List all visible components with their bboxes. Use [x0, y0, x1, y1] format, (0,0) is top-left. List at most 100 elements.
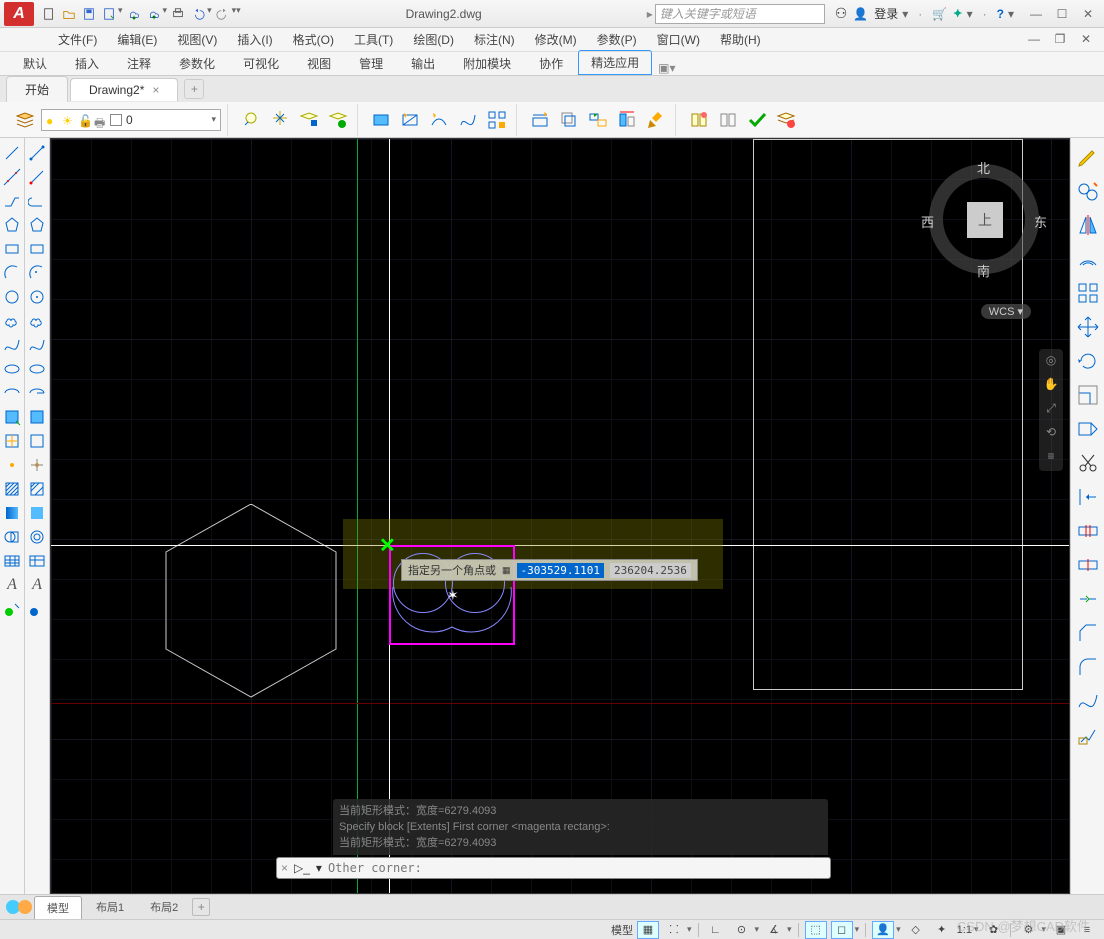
ribbon-tab-annotate[interactable]: 注释 [114, 51, 164, 75]
redo-icon[interactable] [214, 5, 232, 23]
cloud-save-icon[interactable] [145, 5, 163, 23]
ribbon-expand-icon[interactable]: ▣▾ [658, 61, 675, 75]
doc-close-icon[interactable]: ✕ [1074, 30, 1098, 48]
insert-block-icon[interactable] [1, 406, 23, 428]
dropdown-icon[interactable]: ▾ [163, 5, 168, 23]
minimize-icon[interactable]: — [1024, 5, 1048, 23]
exchange-icon[interactable]: ⯌ [953, 6, 962, 21]
circle-icon[interactable] [1, 286, 23, 308]
ray-icon[interactable] [26, 166, 48, 188]
align-icon[interactable] [614, 107, 640, 133]
isodraft-icon[interactable]: ∡ [763, 921, 785, 939]
arc-icon[interactable] [1, 262, 23, 284]
broom-icon[interactable] [643, 107, 669, 133]
menu-view[interactable]: 视图(V) [169, 31, 225, 48]
maximize-icon[interactable]: ☐ [1050, 5, 1074, 23]
plot-icon[interactable] [169, 5, 187, 23]
ribbon-tab-visualize[interactable]: 可视化 [230, 51, 292, 75]
extend-icon[interactable] [585, 107, 611, 133]
extend2-icon[interactable] [1073, 482, 1103, 512]
rectangle-icon[interactable] [368, 107, 394, 133]
rectangle-icon[interactable] [1, 238, 23, 260]
polygon-icon[interactable] [1, 214, 23, 236]
scale-icon[interactable] [1073, 380, 1103, 410]
copy-circles-icon[interactable] [1073, 176, 1103, 206]
viewcube-south[interactable]: 南 [977, 261, 990, 280]
block2-icon[interactable] [26, 430, 48, 452]
revcloud-icon[interactable] [1, 310, 23, 332]
doc-tab-drawing2[interactable]: Drawing2*× [70, 78, 178, 101]
polyline-icon[interactable] [1, 190, 23, 212]
pline-edit-icon[interactable] [426, 107, 452, 133]
tooltip-menu-icon[interactable]: ▦ [502, 565, 511, 576]
signin-icon[interactable]: 👤 [853, 7, 868, 21]
ribbon-tab-output[interactable]: 输出 [398, 51, 448, 75]
ribbon-tab-default[interactable]: 默认 [10, 51, 60, 75]
cloud-open-icon[interactable] [125, 5, 143, 23]
anno-scale[interactable]: 1:1 [957, 924, 972, 936]
menu-draw[interactable]: 绘图(D) [405, 31, 462, 48]
insert2-icon[interactable] [26, 406, 48, 428]
book2-icon[interactable] [715, 107, 741, 133]
tab-layout2[interactable]: 布局2 [138, 896, 190, 918]
app-logo[interactable]: A [4, 2, 34, 26]
xline-icon[interactable] [1, 166, 23, 188]
viewcube-west[interactable]: 西 [921, 212, 934, 231]
layers-red-icon[interactable] [773, 107, 799, 133]
region2-icon[interactable] [26, 526, 48, 548]
gradient-icon[interactable] [1, 502, 23, 524]
cart-icon[interactable]: 🛒 [932, 7, 947, 21]
layer-off-icon[interactable] [238, 107, 264, 133]
ellipse2-icon[interactable] [26, 358, 48, 380]
array-icon[interactable] [484, 107, 510, 133]
ribbon-tab-manage[interactable]: 管理 [346, 51, 396, 75]
dropdown-icon[interactable]: ▾ [1008, 7, 1014, 21]
ellipse-icon[interactable] [1, 358, 23, 380]
mtext-icon[interactable]: A [1, 574, 23, 596]
add-selected-icon[interactable] [1, 598, 23, 620]
mtext2-icon[interactable]: A [26, 574, 48, 596]
layer-lock-icon[interactable] [296, 107, 322, 133]
viewcube-north[interactable]: 北 [977, 158, 990, 177]
drawing-canvas[interactable]: ✕ ✶ 指定另一个角点或 ▦ -303529.1101 236204.2536 … [50, 138, 1070, 894]
polygon2-icon[interactable] [26, 214, 48, 236]
chamfer-icon[interactable] [1073, 618, 1103, 648]
ribbon-tab-addins[interactable]: 附加模块 [450, 51, 524, 75]
rotate-icon[interactable] [1073, 346, 1103, 376]
layer-match-icon[interactable] [325, 107, 351, 133]
dropdown-icon[interactable]: ▾ [902, 7, 908, 21]
stretch-icon[interactable] [1073, 414, 1103, 444]
tab-model[interactable]: 模型 [34, 896, 82, 919]
layout-dot-icon[interactable] [18, 900, 32, 914]
menu-modify[interactable]: 修改(M) [527, 31, 585, 48]
break-icon[interactable] [1073, 516, 1103, 546]
move-icon[interactable] [1073, 312, 1103, 342]
close-icon[interactable]: × [152, 83, 159, 97]
menu-window[interactable]: 窗口(W) [649, 31, 708, 48]
revcloud2-icon[interactable] [26, 310, 48, 332]
trim-icon[interactable] [1073, 448, 1103, 478]
blend-icon[interactable] [1073, 686, 1103, 716]
add-layout-button[interactable]: + [192, 898, 210, 916]
layer-dropdown[interactable]: ● ☀ 🔓 🖶 0 ▾ [41, 109, 221, 131]
help-icon[interactable]: ? [997, 7, 1004, 21]
customize-icon[interactable]: ≡ [1076, 921, 1098, 939]
ribbon-tab-parametric[interactable]: 参数化 [166, 51, 228, 75]
transparency-icon[interactable]: ◇ [905, 921, 927, 939]
workspace-icon[interactable]: ⚙ [1017, 921, 1039, 939]
doc-restore-icon[interactable]: ❐ [1048, 30, 1072, 48]
close-icon[interactable]: ✕ [1076, 5, 1100, 23]
menu-tools[interactable]: 工具(T) [346, 31, 401, 48]
menu-parametric[interactable]: 参数(P) [589, 31, 645, 48]
quick-dim-icon[interactable] [527, 107, 553, 133]
viewcube[interactable]: 上 北 南 东 西 [919, 154, 1049, 284]
undo-icon[interactable] [189, 5, 207, 23]
snap-toggle-icon[interactable]: ⸬ [663, 921, 685, 939]
ribbon-tab-featured[interactable]: 精选应用 [578, 50, 652, 75]
palette-icon[interactable] [26, 598, 48, 620]
array2-icon[interactable] [1073, 278, 1103, 308]
infocenter-icon[interactable]: ⚇ [835, 5, 848, 22]
clean-screen-icon[interactable]: ▣ [1050, 921, 1072, 939]
menu-dimension[interactable]: 标注(N) [466, 31, 523, 48]
nav-wheel-icon[interactable]: ◎ [1042, 353, 1060, 371]
